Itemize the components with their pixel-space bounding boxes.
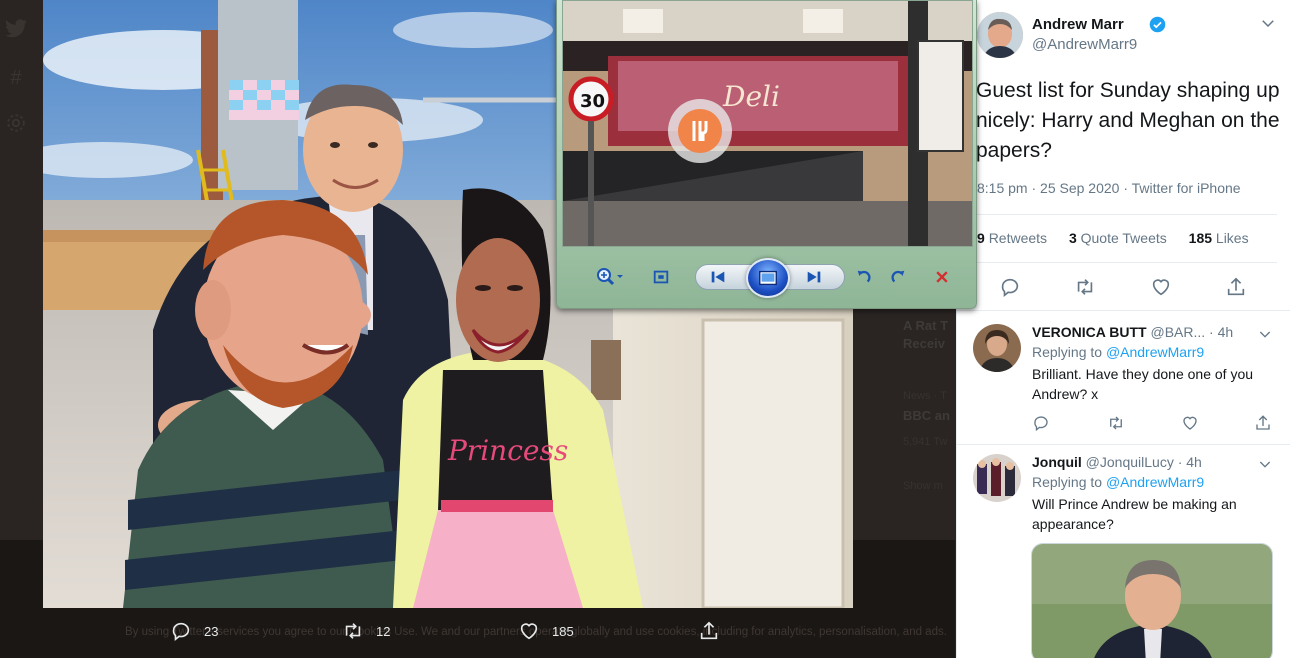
like-action[interactable]: 185 [518, 620, 574, 642]
trend-title: BBC an [903, 408, 950, 423]
tweet-actions [977, 276, 1277, 300]
reply-count: 23 [204, 623, 219, 639]
reply-author-handle[interactable]: @BAR... [1150, 324, 1205, 340]
trend-subtitle: Receiv [903, 336, 945, 351]
tweet-timestamp[interactable]: 8:15 pm · 25 Sep 2020 · Twitter for iPho… [977, 180, 1241, 196]
divider [977, 214, 1277, 215]
reply-tweet[interactable]: VERONICA BUTT @BAR... · 4h Replying to @… [957, 324, 1290, 444]
chevron-down-icon[interactable] [1259, 14, 1277, 32]
verified-badge-icon [1149, 16, 1166, 33]
avatar[interactable] [973, 324, 1021, 372]
chevron-down-icon[interactable] [1257, 326, 1273, 342]
divider [957, 310, 1290, 311]
reply-icon [172, 622, 190, 641]
avatar[interactable] [973, 454, 1021, 502]
reply-header: Jonquil @JonquilLucy · 4h [1032, 454, 1202, 470]
photo-viewer-window[interactable]: Deli 30 [556, 0, 977, 309]
replying-to: Replying to @AndrewMarr9 [1032, 344, 1205, 360]
slideshow-icon[interactable] [746, 258, 790, 298]
reply-header: VERONICA BUTT @BAR... · 4h [1032, 324, 1233, 340]
share-icon[interactable] [1254, 414, 1272, 432]
shop-sign: Deli [722, 80, 780, 113]
viewer-toolbar [565, 258, 970, 298]
reply-text: Brilliant. Have they done one of you And… [1032, 366, 1254, 402]
retweets-stat[interactable]: 9 Retweets [977, 230, 1047, 246]
like-count: 185 [552, 623, 574, 639]
gear-icon[interactable] [4, 112, 28, 136]
zoom-icon[interactable] [593, 266, 629, 288]
divider [957, 444, 1290, 445]
rotate-left-icon[interactable] [853, 266, 875, 288]
chevron-down-icon[interactable] [1257, 456, 1273, 472]
divider [977, 262, 1277, 263]
reply-icon[interactable] [1032, 414, 1050, 432]
like-icon[interactable] [1150, 276, 1172, 298]
like-icon [520, 623, 538, 640]
retweet-count: 12 [376, 623, 391, 639]
delete-icon[interactable] [931, 266, 953, 288]
tweet-text: Guest list for Sunday shaping up nicely:… [976, 79, 1280, 162]
share-icon [700, 621, 718, 640]
show-more-link[interactable]: Show m [903, 480, 943, 492]
like-icon[interactable] [1181, 414, 1199, 432]
reply-action[interactable]: 23 [170, 620, 218, 642]
author-name[interactable]: Andrew Marr [1032, 16, 1124, 33]
trend-title: A Rat T [903, 318, 949, 333]
reply-time[interactable]: · 4h [1178, 454, 1202, 470]
trend-count: 5,941 Tw [903, 436, 948, 448]
reply-time[interactable]: · 4h [1209, 324, 1233, 340]
share-icon[interactable] [1225, 276, 1247, 298]
share-action[interactable] [698, 620, 732, 642]
replying-to-link[interactable]: @AndrewMarr9 [1106, 474, 1204, 490]
reply-author-name[interactable]: Jonquil [1032, 454, 1082, 470]
viewer-image[interactable]: Deli 30 [562, 0, 973, 247]
retweet-icon [345, 623, 361, 639]
quote-tweets-stat[interactable]: 3 Quote Tweets [1069, 230, 1167, 246]
hashtag-icon[interactable]: # [4, 66, 28, 90]
retweet-icon[interactable] [1074, 276, 1096, 298]
retweet-action[interactable]: 12 [342, 620, 390, 642]
previous-icon[interactable] [707, 266, 729, 288]
trend-meta: News · T [903, 390, 947, 402]
svg-text:Princess: Princess [447, 434, 568, 467]
photo-tweet-actions: 23 12 185 [170, 620, 730, 646]
retweet-icon[interactable] [1107, 414, 1125, 432]
avatar[interactable] [977, 12, 1023, 58]
next-icon[interactable] [803, 266, 825, 288]
reply-icon[interactable] [999, 276, 1021, 298]
reply-media-image[interactable] [1031, 543, 1273, 658]
reply-text: Will Prince Andrew be making an appearan… [1032, 496, 1237, 532]
reply-author-handle[interactable]: @JonquilLucy [1086, 454, 1174, 470]
twitter-bird-icon[interactable] [4, 16, 28, 40]
replying-to-link[interactable]: @AndrewMarr9 [1106, 344, 1204, 360]
likes-stat[interactable]: 185 Likes [1189, 230, 1249, 246]
rotate-right-icon[interactable] [887, 266, 909, 288]
fit-to-window-icon[interactable] [650, 266, 672, 288]
replying-to: Replying to @AndrewMarr9 [1032, 474, 1205, 490]
tweet-stats: 9 Retweets 3 Quote Tweets 185 Likes [977, 230, 1267, 246]
author-handle[interactable]: @AndrewMarr9 [1032, 36, 1137, 53]
speed-limit-sign: 30 [580, 91, 605, 112]
tweet-author: Andrew Marr @AndrewMarr9 [977, 10, 1277, 60]
reply-author-name[interactable]: VERONICA BUTT [1032, 324, 1147, 340]
reply-actions [1032, 414, 1272, 434]
